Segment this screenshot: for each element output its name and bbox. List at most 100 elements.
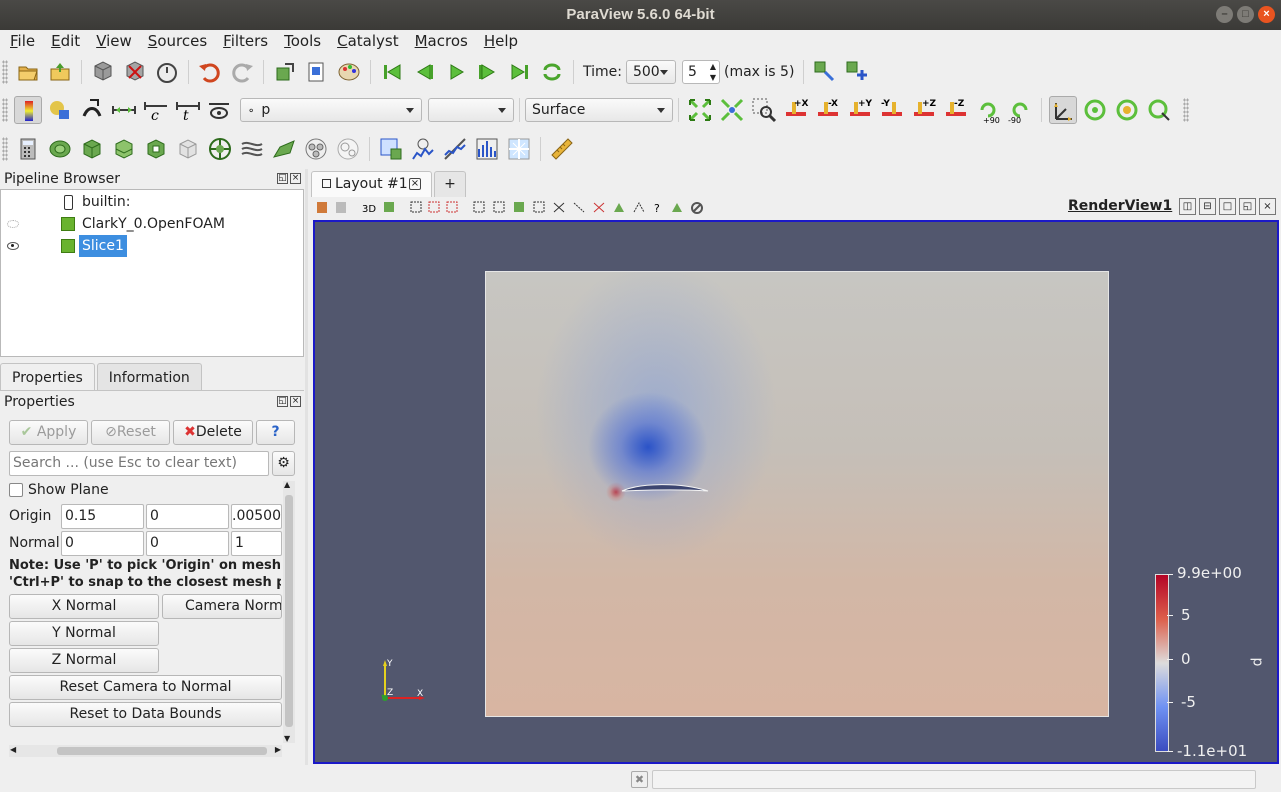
color-legend-toggle-icon[interactable] (14, 96, 42, 124)
origin-z-field[interactable]: 0.00500 (231, 504, 282, 529)
close-panel-icon[interactable]: × (290, 396, 301, 407)
group-datasets-icon[interactable] (302, 135, 330, 163)
maximize-icon[interactable]: □ (1237, 6, 1254, 23)
redo-icon[interactable] (228, 58, 256, 86)
clip-icon[interactable] (78, 135, 106, 163)
close-view-icon[interactable]: × (1259, 198, 1276, 215)
toolbar-grip[interactable] (2, 137, 8, 161)
properties-scrollbar[interactable]: ▲ ▼ (283, 480, 295, 743)
extract-selection-icon[interactable] (377, 135, 405, 163)
menu-filters[interactable]: Filters (215, 30, 276, 52)
visibility-visible-icon[interactable] (7, 242, 19, 250)
representation-combo[interactable]: Surface (525, 98, 673, 122)
tab-information[interactable]: Information (96, 363, 202, 391)
time-inspector-icon[interactable] (811, 58, 839, 86)
pipeline-item-builtin[interactable]: builtin: (1, 191, 301, 213)
view-minus-x-icon[interactable]: -X (814, 96, 842, 124)
last-frame-icon[interactable] (506, 58, 534, 86)
camera-normal-button[interactable]: Camera Normal (162, 594, 282, 619)
spin-arrows-icon[interactable]: ▲ ▼ (710, 61, 716, 83)
reset-to-data-bounds-button[interactable]: Reset to Data Bounds (9, 702, 282, 727)
add-layout-button[interactable]: + (434, 171, 466, 197)
show-plane-checkbox[interactable] (9, 483, 23, 497)
menu-macros[interactable]: Macros (407, 30, 476, 52)
contour-icon[interactable] (46, 135, 74, 163)
menu-help[interactable]: Help (476, 30, 526, 52)
pipeline-item-openfoam[interactable]: ClarkY_0.OpenFOAM (1, 213, 301, 235)
origin-y-field[interactable]: 0 (146, 504, 229, 529)
close-icon[interactable]: × (1258, 6, 1275, 23)
visibility-hidden-icon[interactable] (7, 220, 19, 228)
show-center-icon[interactable] (1049, 96, 1077, 124)
stream-tracer-icon[interactable] (238, 135, 266, 163)
edit-color-map-icon[interactable] (46, 96, 74, 124)
next-frame-icon[interactable] (474, 58, 502, 86)
histogram-icon[interactable] (473, 135, 501, 163)
toolbar-grip[interactable] (2, 60, 8, 84)
find-data-icon[interactable] (303, 58, 331, 86)
reset-camera-icon[interactable] (686, 96, 714, 124)
warp-vector-icon[interactable] (270, 135, 298, 163)
tab-layout-1[interactable]: Layout #1 × (311, 171, 432, 197)
view-minus-y-icon[interactable]: -Y (878, 96, 906, 124)
menu-sources[interactable]: Sources (140, 30, 215, 52)
connect-icon[interactable] (89, 58, 117, 86)
reset-camera-to-normal-button[interactable]: Reset Camera to Normal (9, 675, 282, 700)
tab-properties[interactable]: Properties (0, 363, 95, 391)
timestep-spinbox[interactable]: 5 ▲ ▼ (681, 60, 720, 84)
normal-z-field[interactable]: 1 (231, 531, 282, 556)
menu-catalyst[interactable]: Catalyst (329, 30, 407, 52)
apply-button[interactable]: ✔ Apply (9, 420, 88, 445)
threshold-icon[interactable] (142, 135, 170, 163)
toolbar-grip[interactable] (2, 98, 8, 122)
undo-icon[interactable] (196, 58, 224, 86)
calculator-icon[interactable] (14, 135, 42, 163)
time-value-combo[interactable]: 500 (625, 60, 676, 84)
first-frame-icon[interactable] (378, 58, 406, 86)
rotate-minus-90-icon[interactable]: -90 (1006, 96, 1034, 125)
toolbar-grip[interactable] (1183, 98, 1189, 122)
menu-tools[interactable]: Tools (276, 30, 329, 52)
view-plus-y-icon[interactable]: +Y (846, 96, 874, 124)
scroll-left-icon[interactable]: ◀ (10, 745, 16, 754)
ruler-icon[interactable] (548, 135, 576, 163)
minimize-icon[interactable]: – (1216, 6, 1233, 23)
y-normal-button[interactable]: Y Normal (9, 621, 159, 646)
split-vertical-icon[interactable]: ⊟ (1199, 198, 1216, 215)
glyph-icon[interactable] (206, 135, 234, 163)
maximize-view-icon[interactable]: □ (1219, 198, 1236, 215)
view-plus-z-icon[interactable]: +Z (910, 96, 938, 124)
scroll-right-icon[interactable]: ▶ (275, 745, 281, 754)
zoom-closest-icon[interactable] (718, 96, 746, 124)
play-icon[interactable] (442, 58, 470, 86)
hscrollbar-thumb[interactable] (57, 747, 267, 755)
pipeline-browser[interactable]: builtin: ClarkY_0.OpenFOAM Slice1 (0, 189, 304, 357)
component-combo[interactable] (428, 98, 514, 122)
float-panel-icon[interactable]: ◱ (277, 396, 288, 407)
render-view[interactable]: Y Z X 9.9e+00 5 0 -5 -1.1e+01 p (313, 220, 1279, 764)
rescale-visible-icon[interactable]: c (142, 96, 170, 124)
palette-icon[interactable] (335, 58, 363, 86)
plot-selection-over-time-icon[interactable] (409, 135, 437, 163)
rescale-custom-icon[interactable] (110, 96, 138, 124)
pipeline-item-slice1[interactable]: Slice1 (1, 235, 301, 257)
extract-level-icon[interactable] (334, 135, 362, 163)
split-horizontal-icon[interactable]: ◫ (1179, 198, 1196, 215)
scrollbar-thumb[interactable] (285, 495, 293, 727)
rotate-plus-90-icon[interactable]: +90 (974, 96, 1002, 125)
slice-icon[interactable] (110, 135, 138, 163)
color-array-combo[interactable]: ⚬ p (240, 98, 422, 122)
plot-over-line-icon[interactable] (441, 135, 469, 163)
pick-center-icon[interactable] (1113, 96, 1141, 124)
reset-button[interactable]: ⊘Reset (91, 420, 170, 445)
menu-file[interactable]: File (2, 30, 43, 52)
view-toolbar-icons[interactable]: 3D ? (314, 198, 714, 218)
status-clear-icon[interactable]: ✖ (631, 771, 648, 788)
auto-apply-icon[interactable] (153, 58, 181, 86)
rescale-time-icon[interactable]: t (174, 96, 202, 124)
help-button[interactable]: ? (256, 420, 295, 445)
x-normal-button[interactable]: X Normal (9, 594, 159, 619)
reset-range-icon[interactable] (78, 96, 106, 124)
normal-y-field[interactable]: 0 (146, 531, 229, 556)
previous-frame-icon[interactable] (410, 58, 438, 86)
